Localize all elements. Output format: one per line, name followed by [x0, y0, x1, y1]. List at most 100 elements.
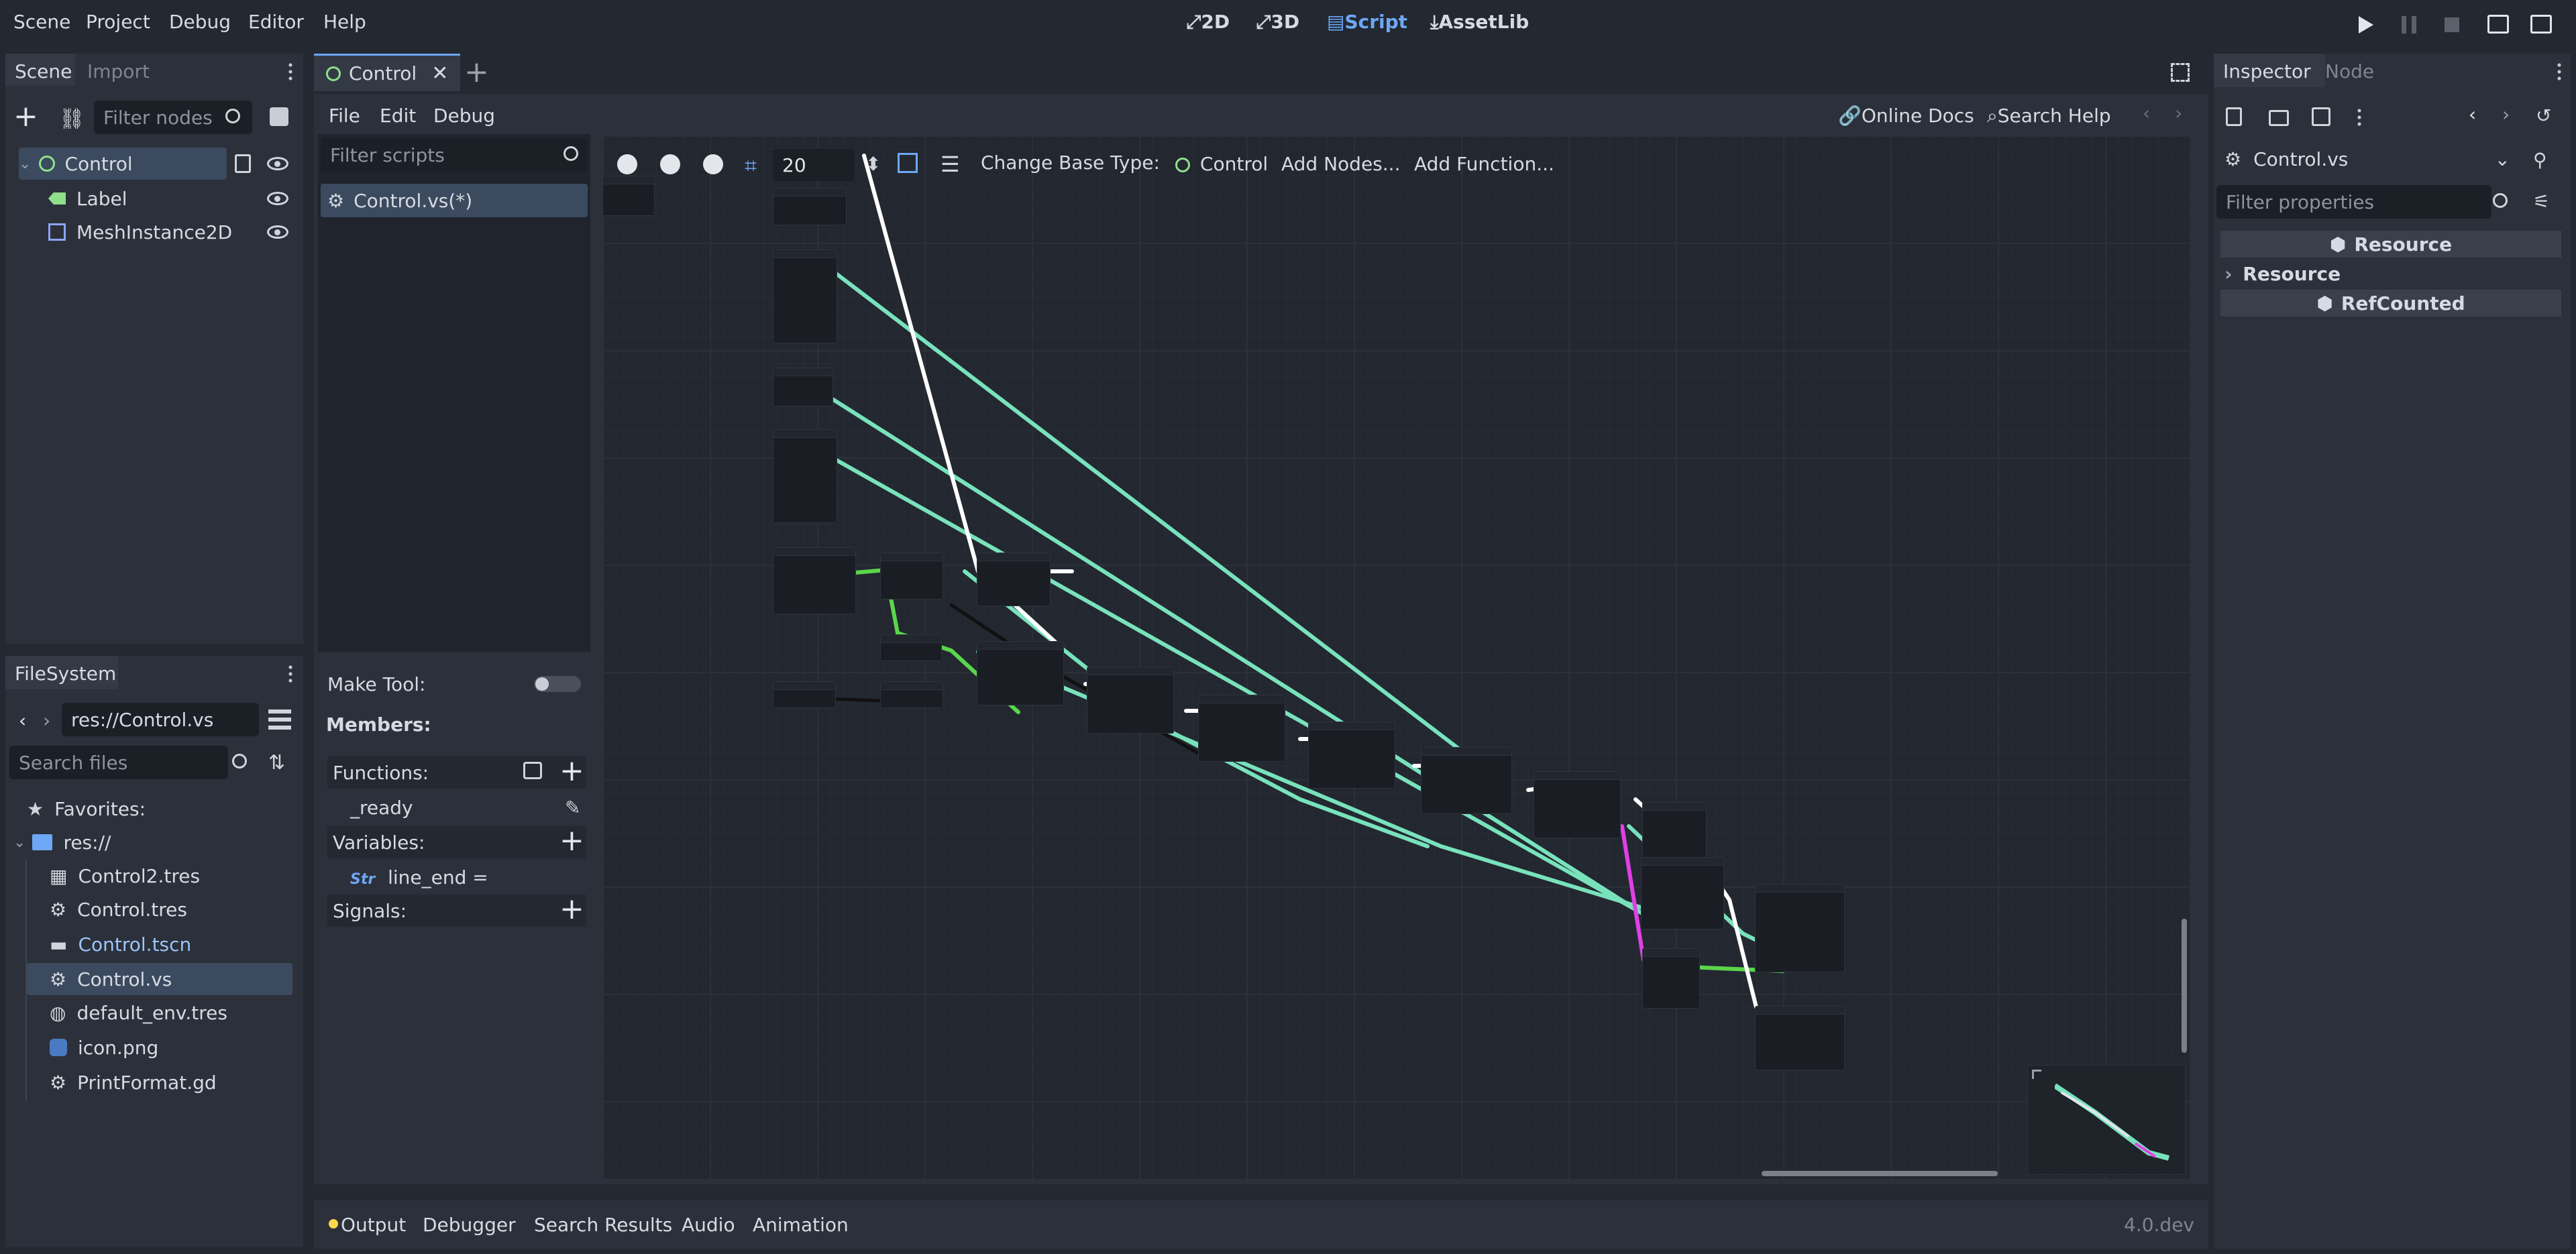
minimap-toggle-icon[interactable]: [898, 153, 918, 173]
section-resource[interactable]: ⬢ Resource: [2220, 231, 2561, 258]
function-item[interactable]: _ready: [350, 797, 413, 819]
graph-node[interactable]: [773, 681, 836, 708]
section-refcounted[interactable]: ⬢ RefCounted: [2220, 290, 2561, 317]
override-icon[interactable]: [523, 762, 542, 779]
tab-node[interactable]: Node: [2325, 60, 2374, 82]
tab-import[interactable]: Import: [87, 60, 150, 82]
workspace-assetlib[interactable]: ⤓AssetLib: [1430, 11, 1529, 34]
workspace-3d[interactable]: ⤢3D: [1256, 11, 1299, 34]
graph-node[interactable]: [773, 367, 833, 406]
forward-icon[interactable]: ›: [2502, 103, 2510, 125]
tab-filesystem[interactable]: FileSystem: [5, 656, 118, 689]
back-icon[interactable]: ‹: [19, 709, 26, 732]
tab-output[interactable]: Output: [341, 1214, 406, 1236]
new-resource-icon[interactable]: [2226, 107, 2242, 126]
link-icon[interactable]: ⛓: [59, 107, 85, 131]
add-function-button-graph[interactable]: Add Function...: [1414, 153, 1554, 175]
script-menu-edit[interactable]: Edit: [380, 105, 416, 127]
visibility-icon[interactable]: [267, 157, 288, 170]
tab-scene[interactable]: Scene: [5, 54, 75, 86]
scene-node-label[interactable]: Label: [48, 182, 250, 215]
layout-icon[interactable]: ☰: [941, 152, 960, 177]
add-function-button[interactable]: +: [559, 756, 584, 786]
menu-project[interactable]: Project: [86, 11, 150, 33]
graph-minimap[interactable]: [2027, 1065, 2186, 1175]
graph-node[interactable]: [880, 553, 943, 600]
dock-menu-icon[interactable]: [288, 664, 292, 683]
graph-node[interactable]: [1755, 884, 1845, 972]
visibility-icon[interactable]: [267, 192, 288, 205]
graph-node[interactable]: [880, 634, 942, 661]
graph-node[interactable]: [1642, 948, 1700, 1009]
graph-node[interactable]: [773, 188, 847, 225]
favorites-item[interactable]: ★ Favorites:: [27, 793, 146, 825]
script-scene-icon[interactable]: [270, 107, 288, 126]
property-filter-icon[interactable]: ⚟: [2533, 190, 2550, 213]
graph-node[interactable]: [773, 547, 856, 614]
forward-icon[interactable]: ›: [2175, 102, 2182, 124]
online-docs-link[interactable]: 🔗Online Docs: [1838, 105, 1974, 127]
tab-animation[interactable]: Animation: [753, 1214, 849, 1236]
back-icon[interactable]: ‹: [2469, 103, 2476, 125]
graph-node[interactable]: [880, 681, 943, 708]
graph-node[interactable]: [1308, 722, 1395, 789]
add-variable-button[interactable]: +: [559, 826, 584, 856]
group-resource[interactable]: › Resource: [2224, 263, 2341, 285]
menu-editor[interactable]: Editor: [248, 11, 304, 33]
tab-inspector[interactable]: Inspector: [2214, 54, 2325, 87]
res-folder[interactable]: ⌄ res://: [13, 826, 111, 858]
tab-audio[interactable]: Audio: [682, 1214, 735, 1236]
graph-node[interactable]: [602, 176, 655, 216]
graph-node[interactable]: [1421, 747, 1512, 814]
graph-node[interactable]: [1198, 695, 1285, 762]
file-item[interactable]: ▦ Control2.tres: [50, 860, 200, 892]
pause-icon[interactable]: [2402, 16, 2416, 34]
play-custom-scene-icon[interactable]: [2530, 15, 2552, 34]
scene-node-meshinstance2d[interactable]: MeshInstance2D: [48, 216, 250, 248]
object-properties-icon[interactable]: ⚲: [2533, 149, 2547, 171]
scene-node-control[interactable]: ⌄ Control: [19, 148, 227, 180]
base-type-button[interactable]: Control: [1175, 153, 1268, 175]
script-attached-icon[interactable]: [235, 154, 251, 173]
tab-debugger[interactable]: Debugger: [423, 1214, 516, 1236]
graph-node[interactable]: [1641, 857, 1724, 929]
dock-menu-icon[interactable]: [2557, 62, 2561, 80]
dock-menu-icon[interactable]: [288, 62, 292, 80]
search-files-input[interactable]: Search files: [9, 746, 228, 779]
zoom-reset-button[interactable]: [660, 154, 680, 174]
script-menu-debug[interactable]: Debug: [433, 105, 495, 127]
history-icon[interactable]: ↺: [2536, 105, 2551, 127]
visibility-icon[interactable]: [267, 225, 288, 239]
file-item[interactable]: ◍ default_env.tres: [50, 996, 227, 1029]
graph-node[interactable]: [1755, 1006, 1845, 1070]
spinner-icon[interactable]: ⬍: [865, 153, 881, 175]
file-item[interactable]: ▬ Control.tscn: [50, 928, 191, 960]
workspace-script[interactable]: ▤Script: [1327, 11, 1407, 33]
stop-icon[interactable]: [2445, 17, 2459, 32]
close-icon[interactable]: ✕: [431, 62, 448, 85]
filter-scripts-input[interactable]: Filter scripts: [321, 138, 588, 172]
snap-grid-icon[interactable]: ⌗: [745, 153, 757, 179]
file-item[interactable]: ⚙ PrintFormat.gd: [50, 1066, 217, 1098]
add-signal-button[interactable]: +: [559, 895, 584, 924]
save-icon[interactable]: [2312, 107, 2330, 126]
resource-selector[interactable]: ⚙ Control.vs ⌄: [2218, 142, 2520, 176]
graph-node[interactable]: [1534, 771, 1621, 838]
add-nodes-button[interactable]: Add Nodes...: [1281, 153, 1400, 175]
graph-node[interactable]: [773, 249, 837, 343]
snap-step-input[interactable]: 20: [773, 149, 855, 181]
vertical-scrollbar[interactable]: [2182, 919, 2187, 1053]
graph-node[interactable]: [1087, 667, 1174, 734]
zoom-out-button[interactable]: [617, 154, 637, 174]
workspace-2d[interactable]: ⤢2D: [1186, 11, 1230, 34]
sort-icon[interactable]: ⇅: [268, 751, 285, 775]
menu-help[interactable]: Help: [323, 11, 366, 33]
forward-icon[interactable]: ›: [43, 709, 50, 732]
menu-debug[interactable]: Debug: [169, 11, 231, 33]
menu-scene[interactable]: Scene: [13, 11, 70, 33]
split-view-icon[interactable]: [268, 709, 291, 730]
tab-search-results[interactable]: Search Results: [534, 1214, 672, 1236]
open-folder-icon[interactable]: [2269, 110, 2289, 126]
distraction-free-icon[interactable]: [2171, 63, 2190, 82]
graph-node[interactable]: [977, 553, 1051, 606]
